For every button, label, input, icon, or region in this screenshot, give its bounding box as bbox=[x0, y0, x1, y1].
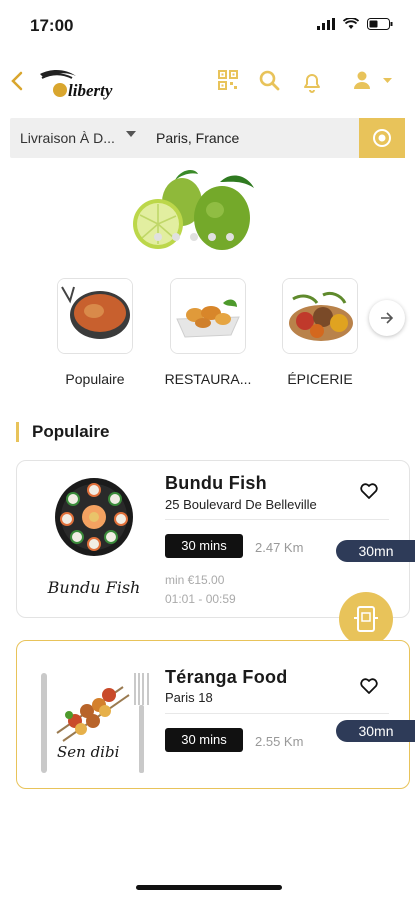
phone-scan-icon bbox=[354, 606, 378, 632]
divider bbox=[165, 713, 389, 714]
battery-icon bbox=[367, 18, 393, 30]
carousel-dot[interactable] bbox=[154, 233, 162, 241]
carousel-dot[interactable] bbox=[190, 233, 198, 241]
heart-icon[interactable] bbox=[360, 678, 378, 694]
distance: 2.55 Km bbox=[255, 734, 304, 749]
carousel-dot[interactable] bbox=[226, 233, 234, 241]
section-title: Populaire bbox=[32, 422, 110, 441]
delivery-time-pill: 30 mins bbox=[165, 534, 243, 558]
arrow-right-icon bbox=[381, 312, 394, 324]
scan-order-button[interactable] bbox=[339, 592, 393, 646]
category-item-restaurant[interactable]: RESTAURA... bbox=[160, 278, 256, 387]
carousel-indicator bbox=[154, 233, 234, 241]
restaurant-image: Sen dibi bbox=[35, 665, 151, 775]
restaurant-image-caption: Bundu Fish bbox=[47, 578, 141, 597]
city-input[interactable]: Paris, France bbox=[156, 130, 239, 146]
restaurant-name[interactable]: Bundu Fish bbox=[165, 473, 267, 494]
category-label: ÉPICERIE bbox=[287, 371, 353, 387]
carousel-dot[interactable] bbox=[172, 233, 180, 241]
restaurant-address: Paris 18 bbox=[165, 690, 213, 705]
signal-icon bbox=[317, 18, 335, 30]
section-accent-bar bbox=[16, 422, 19, 442]
heart-icon[interactable] bbox=[360, 483, 378, 499]
category-label: Populaire bbox=[65, 371, 125, 387]
wifi-icon bbox=[343, 18, 359, 29]
status-time: 17:00 bbox=[30, 16, 74, 35]
back-button[interactable] bbox=[10, 70, 24, 99]
liberty-logo: liberty bbox=[38, 66, 138, 102]
app-header: liberty bbox=[0, 58, 415, 110]
delivery-mode-select[interactable]: Livraison À D... bbox=[20, 130, 115, 146]
category-image bbox=[282, 278, 358, 354]
status-bar: 17:00 bbox=[0, 0, 415, 50]
opening-hours: 01:01 - 00:59 bbox=[165, 592, 236, 606]
qr-code-icon[interactable] bbox=[218, 70, 238, 90]
bell-icon[interactable] bbox=[300, 70, 324, 94]
category-image bbox=[57, 278, 133, 354]
chevron-left-icon bbox=[11, 71, 23, 91]
restaurant-card[interactable]: Bundu Fish Bundu Fish 25 Boulevard De Be… bbox=[16, 460, 415, 618]
restaurant-image-caption: Sen dibi bbox=[57, 743, 120, 761]
category-item-populaire[interactable]: Populaire bbox=[47, 278, 143, 387]
locate-button[interactable] bbox=[359, 118, 405, 158]
carousel-dot[interactable] bbox=[208, 233, 216, 241]
restaurant-address: 25 Boulevard De Belleville bbox=[165, 497, 317, 512]
eta-badge: 30mn bbox=[336, 720, 415, 742]
delivery-time-pill: 30 mins bbox=[165, 728, 243, 752]
category-image bbox=[170, 278, 246, 354]
category-list: Populaire RESTAURA... ÉPICERIE bbox=[0, 278, 415, 388]
chevron-down-icon[interactable] bbox=[383, 78, 392, 84]
chevron-down-icon[interactable] bbox=[126, 131, 136, 138]
delivery-location-bar: Livraison À D... Paris, France bbox=[10, 118, 405, 158]
svg-text:liberty: liberty bbox=[68, 81, 113, 100]
restaurant-card[interactable]: Sen dibi Téranga Food Paris 18 30 mins 2… bbox=[16, 640, 415, 789]
eta-badge: 30mn bbox=[336, 540, 415, 562]
target-icon bbox=[373, 129, 391, 147]
divider bbox=[165, 519, 389, 520]
next-categories-button[interactable] bbox=[369, 300, 405, 336]
status-icons bbox=[317, 18, 393, 30]
category-label: RESTAURA... bbox=[164, 371, 252, 387]
min-order: min €15.00 bbox=[165, 573, 225, 587]
restaurant-image: Bundu Fish bbox=[39, 477, 149, 601]
search-icon[interactable] bbox=[259, 70, 280, 91]
category-item-epicerie[interactable]: ÉPICERIE bbox=[272, 278, 368, 387]
restaurant-name[interactable]: Téranga Food bbox=[165, 667, 288, 688]
distance: 2.47 Km bbox=[255, 540, 304, 555]
home-indicator[interactable] bbox=[136, 885, 282, 890]
user-icon[interactable] bbox=[352, 70, 372, 90]
